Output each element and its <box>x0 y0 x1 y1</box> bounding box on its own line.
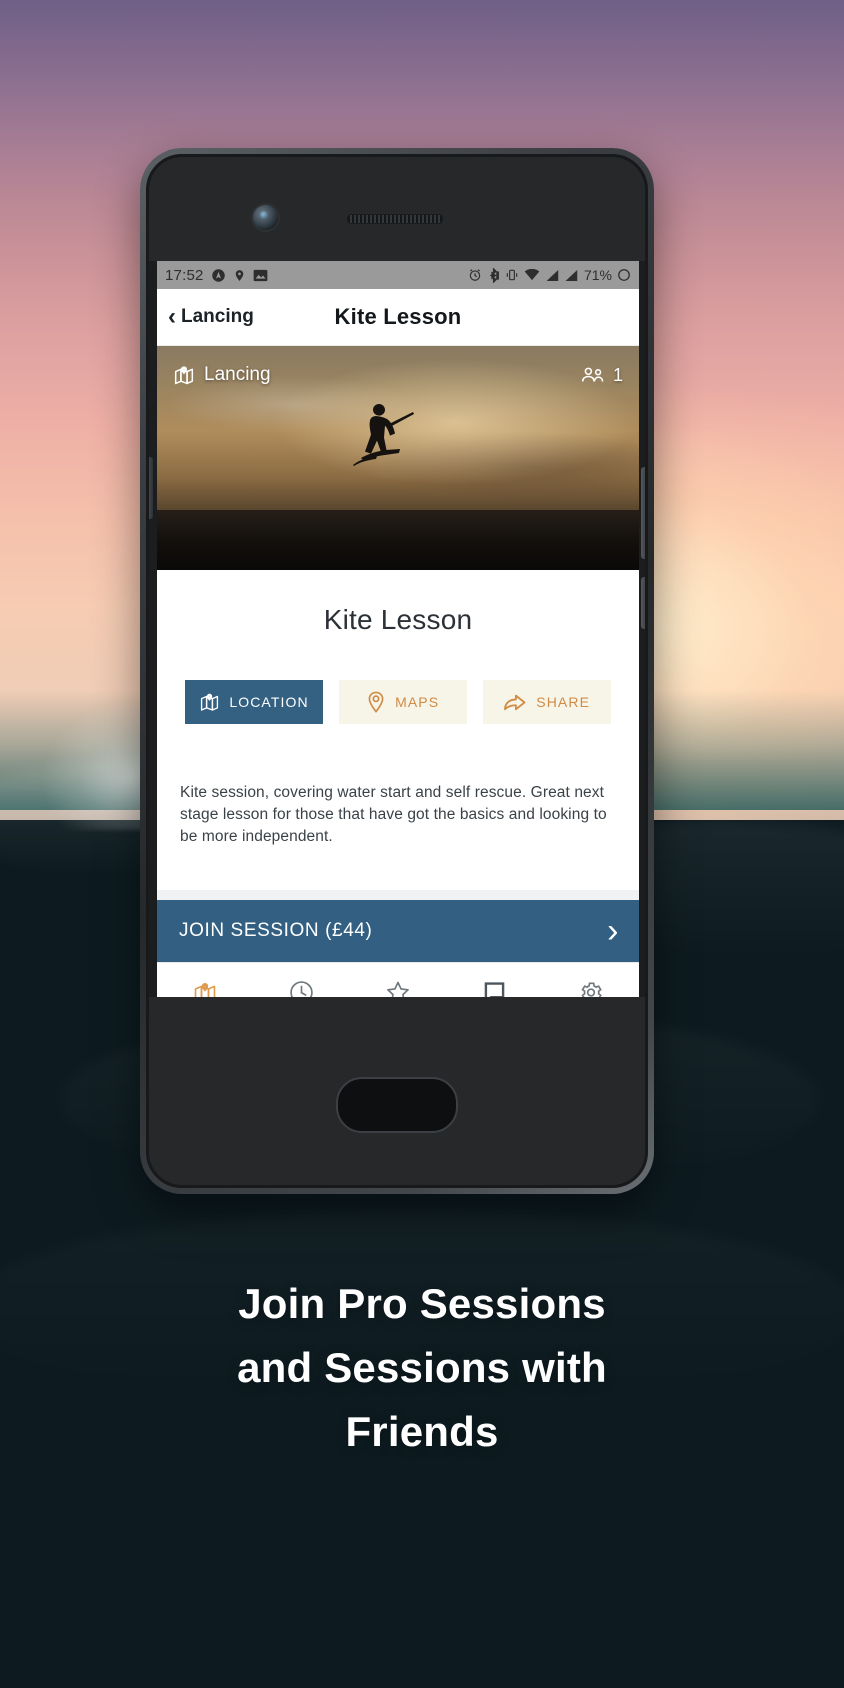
hero-overlay-bar: Lancing 1 <box>157 346 639 404</box>
nav-item-settings[interactable]: Settings <box>543 979 639 997</box>
location-pin-icon <box>233 268 246 283</box>
maps-button-label: MAPS <box>395 694 440 710</box>
back-button-label: Lancing <box>181 306 254 327</box>
nav-item-favourites[interactable]: Favourites <box>350 979 446 997</box>
nav-item-sessions[interactable]: Sessions <box>253 979 349 997</box>
nav-item-chats[interactable]: Chats <box>446 979 542 997</box>
chat-bubble-icon <box>482 979 507 997</box>
hero-attendees-count: 1 <box>612 364 623 385</box>
section-divider <box>157 890 639 900</box>
hero-shoreline <box>157 510 639 570</box>
kitesurfer-silhouette <box>353 404 414 466</box>
session-title: Kite Lesson <box>323 604 473 635</box>
map-icon <box>192 979 218 997</box>
volume-button[interactable] <box>149 457 153 519</box>
hero-image: Lancing 1 <box>157 346 639 570</box>
people-icon <box>581 366 605 384</box>
caption-line-1: Join Pro Sessions <box>238 1280 606 1327</box>
signal-icon <box>545 269 559 282</box>
location-button-label: LOCATION <box>229 694 309 710</box>
home-button[interactable] <box>336 1077 458 1133</box>
status-bar-right: 71% <box>468 267 631 283</box>
phone-bottom-bezel <box>149 997 645 1185</box>
phone-bezel: 17:52 71% ‹ Lancing Kite Lesson Lancing … <box>146 154 648 1188</box>
hero-location-label: Lancing <box>204 364 271 385</box>
phone-top-bezel <box>149 157 645 261</box>
promo-caption: Join Pro Sessions and Sessions with Frie… <box>0 1272 844 1464</box>
image-icon <box>253 269 268 282</box>
location-pin-icon <box>366 691 386 713</box>
action-buttons-row: LOCATION MAPS SHARE <box>157 636 639 724</box>
assistant-button[interactable] <box>641 577 645 629</box>
star-icon <box>385 979 411 997</box>
join-session-label: JOIN SESSION (£44) <box>179 920 373 941</box>
wifi-icon <box>524 268 540 282</box>
share-button-label: SHARE <box>536 694 591 710</box>
maps-button[interactable]: MAPS <box>338 680 467 724</box>
power-button[interactable] <box>641 467 645 559</box>
bottom-navigation: Locations Sessions <box>157 962 639 997</box>
phone-device: 17:52 71% ‹ Lancing Kite Lesson Lancing … <box>140 148 654 1194</box>
navigation-icon <box>211 268 226 283</box>
hero-attendees[interactable]: 1 <box>581 365 623 386</box>
share-arrow-icon <box>503 692 527 712</box>
session-description: Kite session, covering water start and s… <box>180 784 607 845</box>
chevron-left-icon: ‹ <box>168 303 176 330</box>
alarm-icon <box>468 268 482 282</box>
vibrate-icon <box>505 268 519 282</box>
app-bar: ‹ Lancing Kite Lesson <box>157 289 639 346</box>
share-button[interactable]: SHARE <box>482 680 611 724</box>
location-button[interactable]: LOCATION <box>185 680 323 724</box>
status-bar: 17:52 71% <box>157 261 639 289</box>
back-button[interactable]: ‹ Lancing <box>157 305 254 329</box>
phone-screen: 17:52 71% ‹ Lancing Kite Lesson Lancing … <box>157 261 639 997</box>
hero-location[interactable]: Lancing <box>173 364 271 386</box>
earpiece-speaker <box>347 214 443 224</box>
battery-icon <box>617 268 631 282</box>
chevron-right-icon: › <box>607 912 619 950</box>
caption-line-2: and Sessions with <box>237 1343 607 1391</box>
map-pin-icon <box>173 365 195 386</box>
status-bar-left: 17:52 <box>165 267 268 284</box>
front-camera-icon <box>253 205 278 230</box>
clock-icon <box>289 979 314 997</box>
map-pin-icon <box>199 692 220 712</box>
caption-line-3: Friends <box>345 1407 499 1455</box>
bluetooth-icon <box>487 267 500 283</box>
nav-item-locations[interactable]: Locations <box>157 979 253 997</box>
signal-2-icon <box>564 269 578 282</box>
battery-percentage: 71% <box>583 267 612 283</box>
gear-icon <box>578 979 604 997</box>
status-time: 17:52 <box>165 266 204 284</box>
join-session-button[interactable]: JOIN SESSION (£44) › <box>157 900 639 962</box>
session-content: Kite Lesson LOCATION MAPS SHARE Kite ses… <box>157 570 639 900</box>
